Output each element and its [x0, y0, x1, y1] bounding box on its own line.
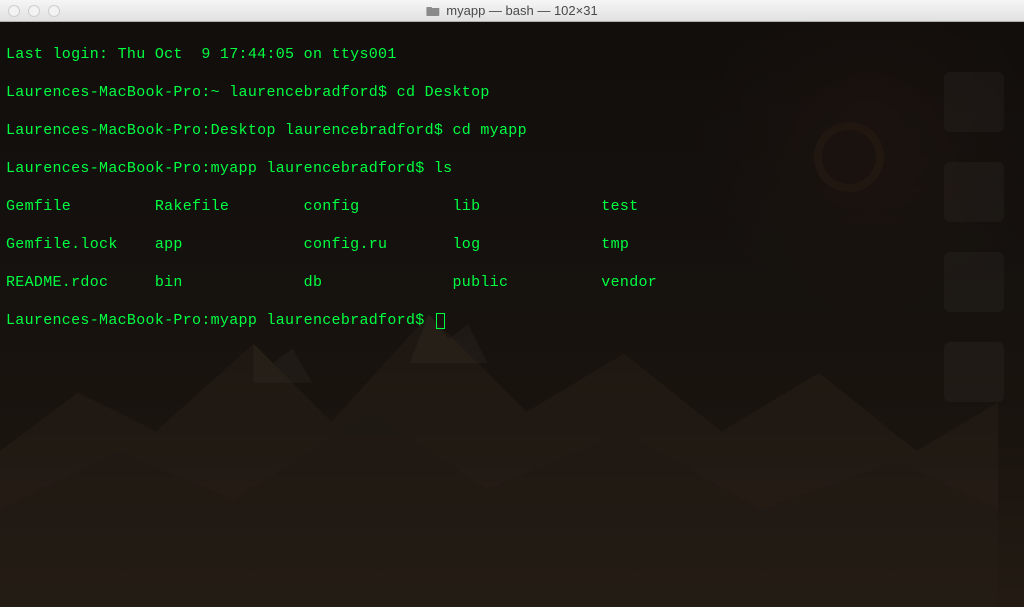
window-title-bar: myapp — bash — 102×31 [0, 0, 1024, 22]
minimize-button[interactable] [28, 5, 40, 17]
terminal-line: Last login: Thu Oct 9 17:44:05 on ttys00… [6, 45, 1018, 64]
close-button[interactable] [8, 5, 20, 17]
maximize-button[interactable] [48, 5, 60, 17]
terminal-line: README.rdoc bin db public vendor [6, 273, 1018, 292]
terminal-line: Laurences-MacBook-Pro:myapp laurencebrad… [6, 159, 1018, 178]
terminal-line: Gemfile Rakefile config lib test [6, 197, 1018, 216]
window-title-text: myapp — bash — 102×31 [446, 3, 597, 18]
window-controls [8, 5, 60, 17]
cursor [436, 313, 445, 329]
prompt-text: Laurences-MacBook-Pro:myapp laurencebrad… [6, 312, 434, 329]
terminal-viewport[interactable]: Last login: Thu Oct 9 17:44:05 on ttys00… [0, 22, 1024, 607]
terminal-content[interactable]: Last login: Thu Oct 9 17:44:05 on ttys00… [0, 22, 1024, 372]
terminal-line: Gemfile.lock app config.ru log tmp [6, 235, 1018, 254]
terminal-line: Laurences-MacBook-Pro:Desktop laurencebr… [6, 121, 1018, 140]
window-title: myapp — bash — 102×31 [426, 3, 597, 18]
terminal-line: Laurences-MacBook-Pro:~ laurencebradford… [6, 83, 1018, 102]
terminal-prompt-line: Laurences-MacBook-Pro:myapp laurencebrad… [6, 311, 1018, 330]
folder-icon [426, 5, 440, 16]
